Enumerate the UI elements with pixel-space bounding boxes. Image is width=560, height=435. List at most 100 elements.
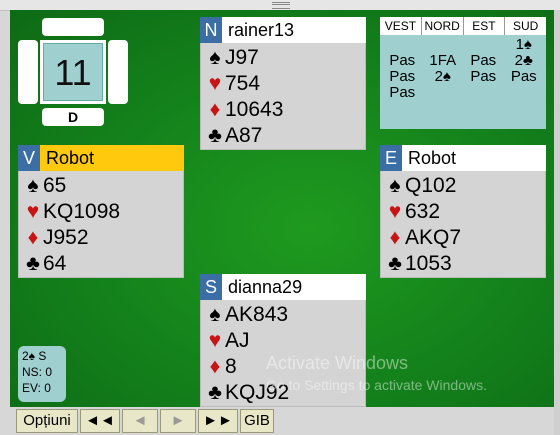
heart-icon: ♥ <box>208 329 222 352</box>
seat-badge-south: S <box>200 274 222 300</box>
south-hearts-cards: AJ <box>225 329 250 352</box>
player-name-west[interactable]: Robot <box>46 145 94 171</box>
south-header: S dianna29 <box>200 274 366 300</box>
club-icon: ♣ <box>26 252 40 275</box>
east-diamonds[interactable]: ♦ AKQ7 <box>385 225 545 251</box>
prev-trick-button[interactable]: ◄ <box>122 409 158 433</box>
toolbar: Opțiuni ◄◄ ◄ ► ►► GIB <box>16 409 274 435</box>
diamond-icon: ♦ <box>27 226 39 249</box>
east-hearts-cards: 632 <box>405 200 441 223</box>
north-spades-cards: J97 <box>225 46 259 69</box>
diamond-icon: ♦ <box>389 226 401 249</box>
east-clubs[interactable]: ♣ 1053 <box>385 251 545 277</box>
dealer-indicator: D <box>42 108 104 126</box>
heart-icon: ♥ <box>388 200 402 223</box>
south-spades-cards: AK843 <box>225 303 289 326</box>
east-hearts[interactable]: ♥ 632 <box>385 199 545 225</box>
score-panel: 2♠ S NS: 0 EV: 0 <box>18 346 66 402</box>
options-button[interactable]: Opțiuni <box>16 409 78 433</box>
bidding-header: VEST NORD EST SUD <box>380 17 546 35</box>
north-spades[interactable]: ♠ J97 <box>205 45 365 71</box>
north-clubs-cards: A87 <box>225 124 263 147</box>
west-diamonds[interactable]: ♦ J952 <box>23 225 183 251</box>
east-cards: ♠ Q102 ♥ 632 ♦ AKQ7 ♣ 1053 <box>380 171 546 278</box>
west-hearts[interactable]: ♥ KQ1098 <box>23 199 183 225</box>
bid-col-east: EST <box>464 17 506 35</box>
east-indicator <box>108 40 128 104</box>
bid-cell: Pas <box>470 52 497 69</box>
window-edge <box>554 10 560 435</box>
contract-label: 2♠ S <box>22 349 47 363</box>
north-clubs[interactable]: ♣ A87 <box>205 123 365 149</box>
south-diamonds-cards: 8 <box>225 355 237 378</box>
west-cards: ♠ 65 ♥ KQ1098 ♦ J952 ♣ 64 <box>18 171 184 278</box>
east-spades[interactable]: ♠ Q102 <box>385 173 545 199</box>
west-clubs-cards: 64 <box>43 252 67 275</box>
bid-cell <box>504 85 545 101</box>
bid-col-south: SUD <box>512 19 539 33</box>
player-name-south[interactable]: dianna29 <box>228 274 302 300</box>
west-spades-cards: 65 <box>43 174 67 197</box>
seat-badge-east: E <box>380 145 402 171</box>
north-hand: N rainer13 ♠ J97 ♥ 754 ♦ 10643 ♣ A87 <box>200 17 366 150</box>
bid-cell <box>423 37 464 53</box>
board-number: 11 <box>43 43 103 101</box>
west-header: V Robot <box>18 145 184 171</box>
north-hearts[interactable]: ♥ 754 <box>205 71 365 97</box>
east-spades-cards: Q102 <box>405 174 457 197</box>
spade-icon: ♠ <box>389 174 401 197</box>
west-diamonds-cards: J952 <box>43 226 89 249</box>
club-icon: ♣ <box>208 381 222 404</box>
west-hearts-cards: KQ1098 <box>43 200 121 223</box>
west-indicator <box>18 40 38 104</box>
bid-cell: Pas <box>389 52 416 69</box>
diamond-icon: ♦ <box>209 98 221 121</box>
bid-cell: Pas <box>510 68 537 85</box>
south-hearts[interactable]: ♥ AJ <box>205 328 365 354</box>
bid-cell <box>382 37 423 53</box>
bidding-grid: 1♠ Pas 1FA Pas 2♣ Pas 2♠ Pas Pas Pas <box>380 35 546 101</box>
north-hearts-cards: 754 <box>225 72 261 95</box>
activation-watermark-text: Go to Settings to activate Windows. <box>266 377 487 393</box>
player-name-east[interactable]: Robot <box>408 145 456 171</box>
north-header: N rainer13 <box>200 17 366 43</box>
bid-cell: Pas <box>470 68 497 85</box>
west-hand: V Robot ♠ 65 ♥ KQ1098 ♦ J952 ♣ 64 <box>18 145 184 278</box>
club-icon: ♣ <box>388 252 402 275</box>
south-spades[interactable]: ♠ AK843 <box>205 302 365 328</box>
player-name-north[interactable]: rainer13 <box>228 17 294 43</box>
bid-cell <box>423 85 464 101</box>
bid-col-north: NORD <box>422 17 464 35</box>
diamond-icon: ♦ <box>209 355 221 378</box>
next-trick-button[interactable]: ► <box>160 409 196 433</box>
east-hand: E Robot ♠ Q102 ♥ 632 ♦ AKQ7 ♣ 1053 <box>380 145 546 278</box>
bid-cell: Pas <box>389 68 416 85</box>
gib-button[interactable]: GIB <box>240 409 274 433</box>
north-diamonds-cards: 10643 <box>225 98 284 121</box>
heart-icon: ♥ <box>26 200 40 223</box>
bid-cell <box>463 85 504 101</box>
west-spades[interactable]: ♠ 65 <box>23 173 183 199</box>
north-cards: ♠ J97 ♥ 754 ♦ 10643 ♣ A87 <box>200 43 366 150</box>
drag-grip-icon[interactable] <box>272 2 290 9</box>
west-clubs[interactable]: ♣ 64 <box>23 251 183 277</box>
seat-badge-north: N <box>200 17 222 43</box>
bid-col-west: VEST <box>380 17 422 35</box>
last-trick-button[interactable]: ►► <box>198 409 238 433</box>
club-icon: ♣ <box>208 124 222 147</box>
east-diamonds-cards: AKQ7 <box>405 226 462 249</box>
spade-icon: ♠ <box>27 174 39 197</box>
spade-icon: ♠ <box>209 303 221 326</box>
activation-watermark-title: Activate Windows <box>266 353 409 373</box>
bid-cell: 2♠ <box>434 68 451 85</box>
bid-cell: 1♠ <box>515 36 532 53</box>
east-clubs-cards: 1053 <box>405 252 452 275</box>
heart-icon: ♥ <box>208 72 222 95</box>
north-diamonds[interactable]: ♦ 10643 <box>205 97 365 123</box>
ns-score: NS: 0 <box>22 365 53 379</box>
bid-cell: Pas <box>389 84 416 101</box>
spade-icon: ♠ <box>209 46 221 69</box>
bid-cell: 1FA <box>429 52 457 69</box>
bid-cell <box>463 37 504 53</box>
first-trick-button[interactable]: ◄◄ <box>80 409 120 433</box>
